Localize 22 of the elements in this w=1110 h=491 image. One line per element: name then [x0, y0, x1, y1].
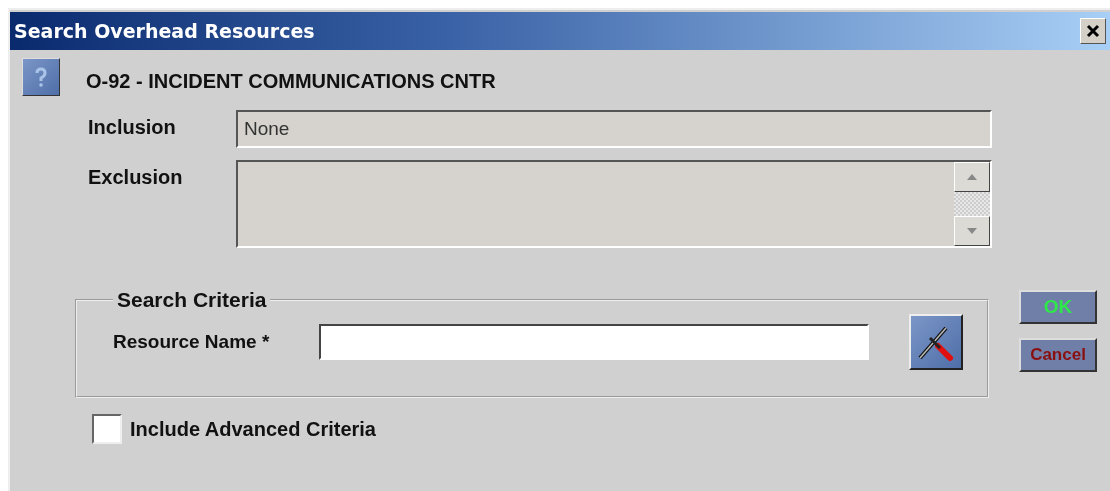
close-button[interactable] [1080, 18, 1106, 44]
cancel-button[interactable]: Cancel [1019, 338, 1097, 372]
advanced-label: Include Advanced Criteria [130, 417, 376, 441]
inclusion-field[interactable]: None [236, 110, 992, 148]
advanced-checkbox[interactable] [92, 414, 122, 444]
up-arrow-icon [967, 174, 977, 180]
resource-name-label: Resource Name * [113, 331, 271, 353]
group-title: Search Criteria [116, 288, 268, 312]
down-arrow-icon [967, 228, 977, 234]
scroll-track[interactable] [954, 192, 990, 216]
exclusion-field[interactable] [236, 160, 992, 248]
window-title: Search Overhead Resources [14, 20, 315, 42]
scroll-up-button[interactable] [954, 162, 990, 192]
exclusion-label: Exclusion [88, 165, 184, 189]
scroll-down-button[interactable] [954, 216, 990, 246]
ok-button[interactable]: OK [1019, 290, 1097, 324]
resource-name-field[interactable] [319, 324, 869, 360]
help-button[interactable] [22, 58, 60, 96]
clear-button[interactable] [909, 314, 963, 370]
inclusion-label: Inclusion [88, 115, 177, 139]
resource-heading: O-92 - INCIDENT COMMUNICATIONS CNTR [86, 70, 496, 93]
close-icon [1084, 22, 1102, 40]
